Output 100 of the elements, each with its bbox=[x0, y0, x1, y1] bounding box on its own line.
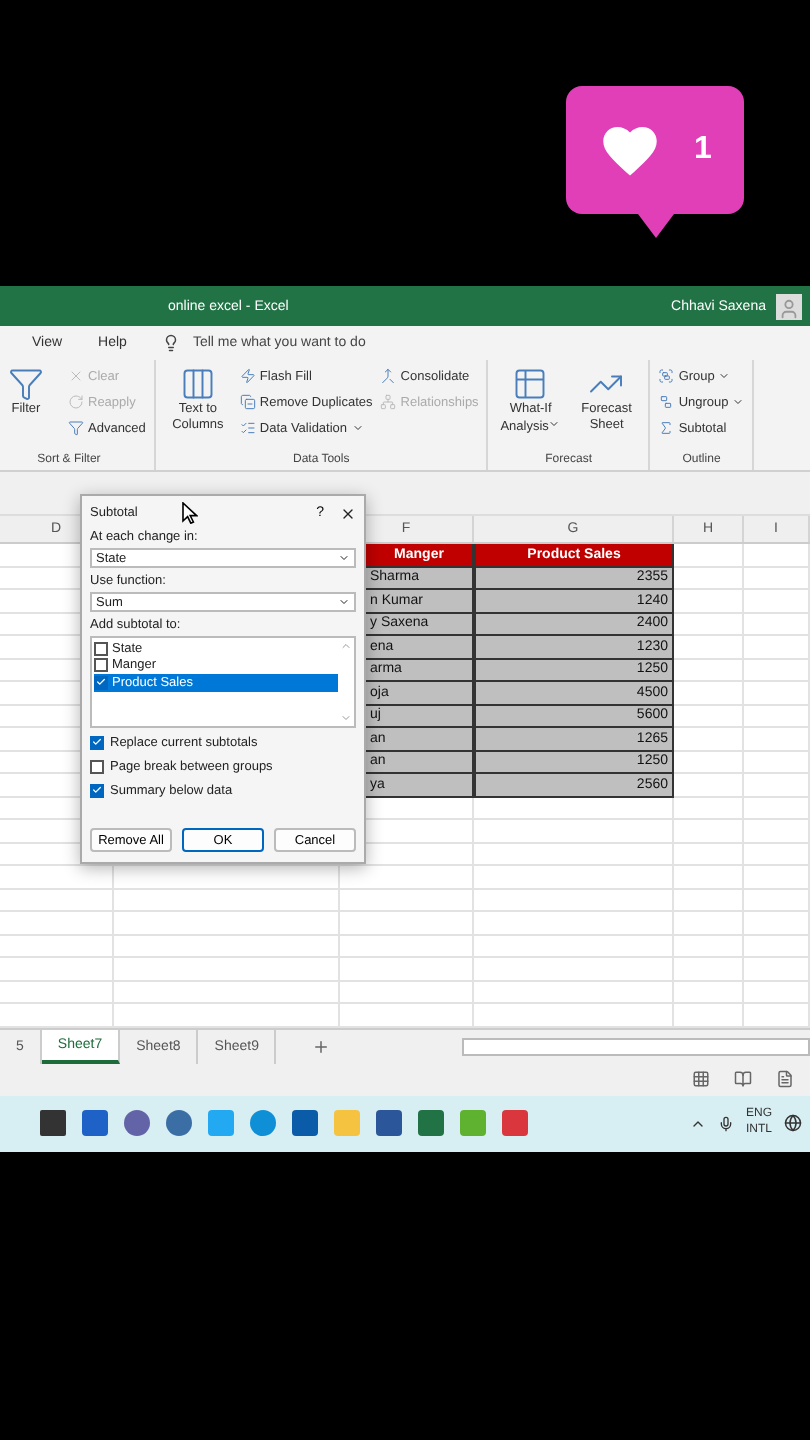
grid-cell[interactable] bbox=[474, 820, 674, 843]
grid-cell[interactable] bbox=[744, 912, 810, 935]
edge-icon[interactable] bbox=[250, 1110, 276, 1136]
grid-cell[interactable] bbox=[474, 912, 674, 935]
grid-cell[interactable] bbox=[474, 797, 674, 820]
checkbox[interactable] bbox=[94, 675, 108, 690]
avatar-icon[interactable] bbox=[776, 293, 802, 319]
grid-cell[interactable] bbox=[744, 774, 810, 797]
grid-cell[interactable] bbox=[0, 912, 114, 935]
grid-cell[interactable] bbox=[674, 567, 744, 590]
grid-cell[interactable] bbox=[114, 958, 340, 981]
caret-icon bbox=[338, 596, 350, 608]
add-sheet-icon[interactable] bbox=[312, 1037, 331, 1055]
page-break-icon[interactable] bbox=[776, 1070, 794, 1088]
normal-view-icon[interactable] bbox=[692, 1070, 710, 1088]
globe-icon[interactable] bbox=[784, 1114, 802, 1132]
grid-cell[interactable] bbox=[744, 636, 810, 659]
widgets-icon[interactable] bbox=[82, 1110, 108, 1136]
grid-cell[interactable] bbox=[744, 728, 810, 751]
scroll-up-icon[interactable] bbox=[339, 640, 351, 652]
grid-cell[interactable] bbox=[674, 797, 744, 820]
grid-cell[interactable] bbox=[744, 682, 810, 705]
chat-icon[interactable] bbox=[124, 1110, 150, 1136]
grid-cell[interactable] bbox=[674, 590, 744, 613]
grid-cell[interactable] bbox=[744, 866, 810, 889]
grid-cell[interactable] bbox=[674, 636, 744, 659]
app-icon[interactable] bbox=[460, 1110, 486, 1136]
grid-cell[interactable] bbox=[744, 567, 810, 590]
grid-cell[interactable] bbox=[744, 613, 810, 636]
grid-cell[interactable] bbox=[674, 751, 744, 774]
grid-cell[interactable] bbox=[340, 981, 474, 1004]
grid-cell[interactable] bbox=[674, 774, 744, 797]
caret-icon bbox=[351, 422, 364, 434]
grid-cell[interactable] bbox=[474, 958, 674, 981]
grid-cell[interactable] bbox=[114, 912, 340, 935]
grid-cell[interactable] bbox=[114, 935, 340, 958]
desktop-icon[interactable] bbox=[40, 1110, 66, 1136]
grid-cell[interactable] bbox=[0, 889, 114, 912]
grid-cell[interactable] bbox=[674, 820, 744, 843]
grid-cell[interactable] bbox=[744, 590, 810, 613]
grid-cell[interactable] bbox=[674, 705, 744, 728]
checkbox[interactable] bbox=[94, 658, 108, 673]
validation-icon bbox=[239, 420, 256, 436]
browser-icon[interactable] bbox=[166, 1110, 192, 1136]
grid-cell[interactable] bbox=[674, 889, 744, 912]
grid-cell[interactable] bbox=[340, 866, 474, 889]
grid-cell[interactable] bbox=[744, 820, 810, 843]
grid-cell[interactable] bbox=[674, 958, 744, 981]
code-editor-icon[interactable] bbox=[208, 1110, 234, 1136]
page-layout-icon[interactable] bbox=[734, 1070, 752, 1088]
grid-cell[interactable] bbox=[744, 935, 810, 958]
grid-cell[interactable] bbox=[340, 912, 474, 935]
grid-cell[interactable] bbox=[340, 958, 474, 981]
grid-cell[interactable] bbox=[744, 751, 810, 774]
grid-cell[interactable] bbox=[744, 659, 810, 682]
scroll-down-icon[interactable] bbox=[339, 712, 351, 724]
grid-cell[interactable] bbox=[340, 889, 474, 912]
grid-cell[interactable] bbox=[0, 981, 114, 1004]
grid-cell[interactable] bbox=[474, 889, 674, 912]
horizontal-scrollbar[interactable] bbox=[462, 1037, 810, 1055]
grid-cell[interactable] bbox=[674, 981, 744, 1004]
checkbox[interactable] bbox=[90, 759, 104, 773]
grid-cell[interactable] bbox=[674, 544, 744, 567]
grid-cell[interactable] bbox=[114, 981, 340, 1004]
close-icon[interactable] bbox=[340, 505, 356, 521]
grid-cell[interactable] bbox=[340, 935, 474, 958]
checkbox[interactable] bbox=[90, 735, 104, 749]
grid-cell[interactable] bbox=[674, 843, 744, 866]
grid-cell[interactable] bbox=[674, 613, 744, 636]
grid-cell[interactable] bbox=[674, 866, 744, 889]
grid-cell[interactable] bbox=[674, 912, 744, 935]
store-icon[interactable] bbox=[292, 1110, 318, 1136]
grid-cell[interactable] bbox=[674, 682, 744, 705]
grid-cell[interactable] bbox=[0, 935, 114, 958]
grid-cell[interactable] bbox=[474, 935, 674, 958]
grid-cell[interactable] bbox=[674, 659, 744, 682]
microphone-icon[interactable] bbox=[717, 1115, 734, 1131]
grid-cell[interactable] bbox=[674, 935, 744, 958]
grid-cell[interactable] bbox=[744, 981, 810, 1004]
grid-cell[interactable] bbox=[674, 728, 744, 751]
grid-cell[interactable] bbox=[744, 958, 810, 981]
word-icon[interactable] bbox=[376, 1110, 402, 1136]
grid-cell[interactable] bbox=[0, 958, 114, 981]
grid-cell[interactable] bbox=[744, 843, 810, 866]
grid-cell[interactable] bbox=[744, 544, 810, 567]
checkbox[interactable] bbox=[94, 641, 108, 656]
cursor-icon bbox=[181, 502, 198, 524]
grid-cell[interactable] bbox=[114, 889, 340, 912]
grid-cell[interactable] bbox=[744, 705, 810, 728]
grid-cell[interactable] bbox=[0, 866, 114, 889]
grid-cell[interactable] bbox=[114, 866, 340, 889]
grid-cell[interactable] bbox=[474, 866, 674, 889]
grid-cell[interactable] bbox=[474, 981, 674, 1004]
app-icon[interactable] bbox=[502, 1110, 528, 1136]
grid-cell[interactable] bbox=[744, 797, 810, 820]
grid-cell[interactable] bbox=[474, 843, 674, 866]
checkbox[interactable] bbox=[90, 783, 104, 797]
grid-cell[interactable] bbox=[744, 889, 810, 912]
folder-icon[interactable] bbox=[334, 1110, 360, 1136]
excel-icon[interactable] bbox=[418, 1110, 444, 1136]
